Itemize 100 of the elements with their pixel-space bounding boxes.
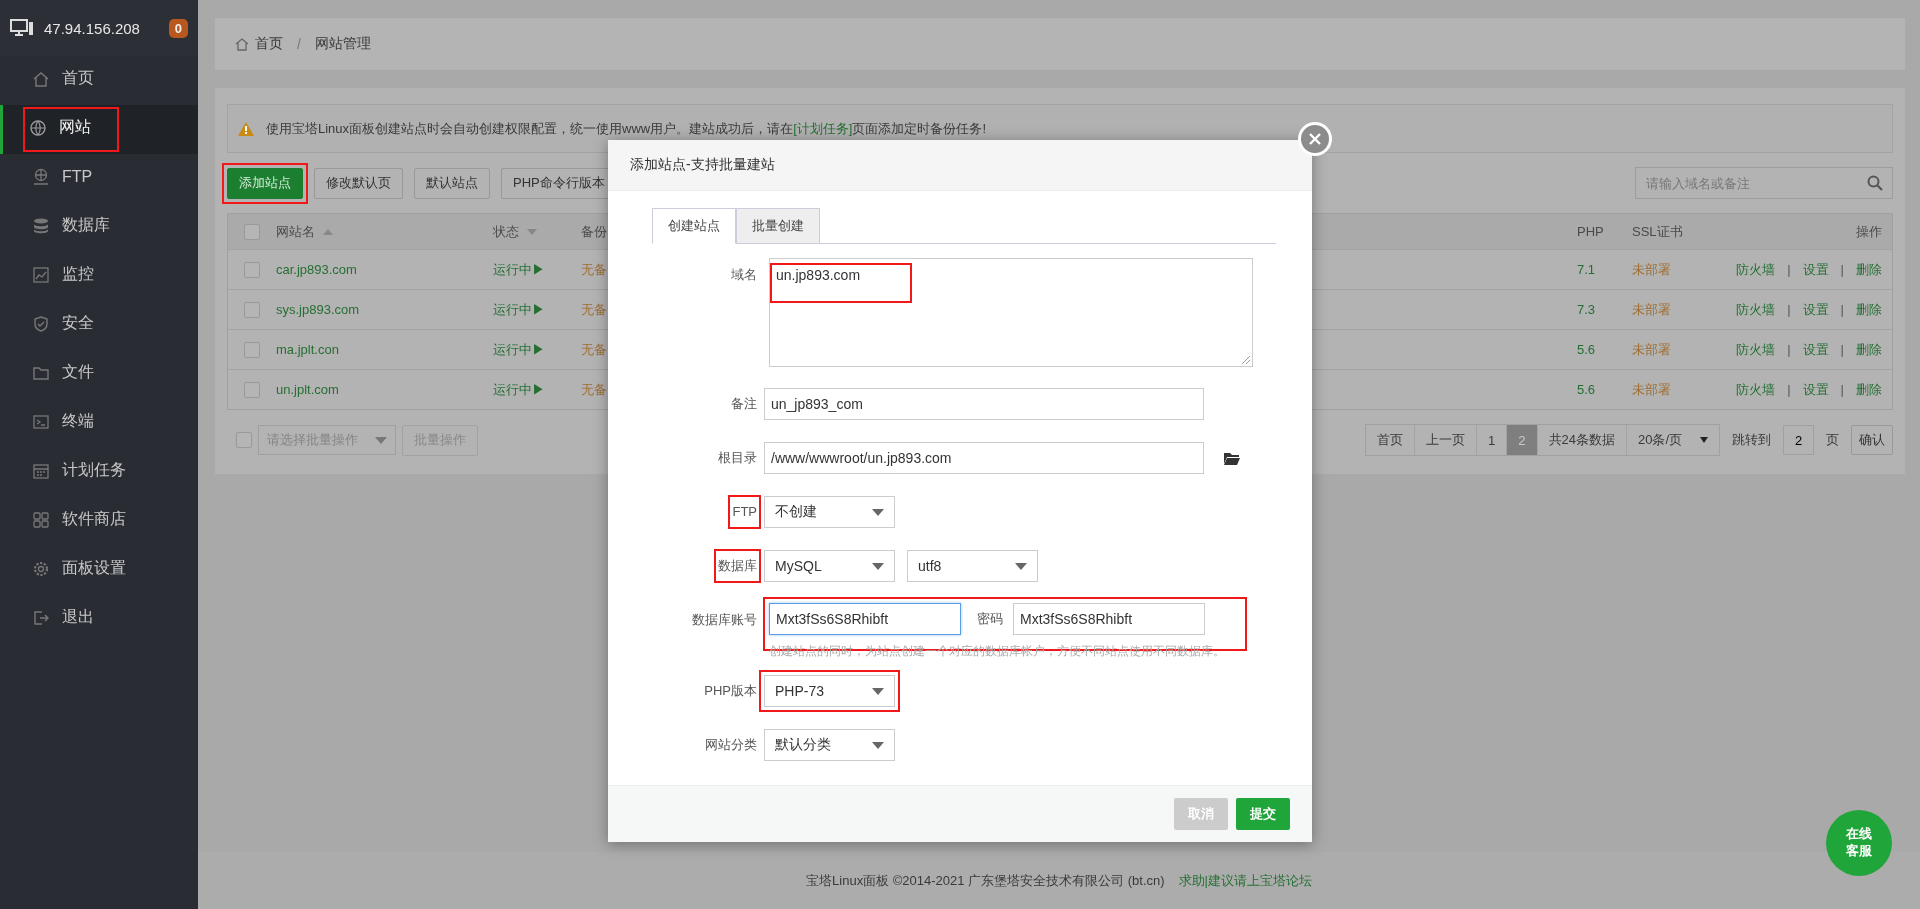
dropdown[interactable]: 不创建 — [764, 496, 895, 528]
chart-icon — [32, 265, 50, 284]
sidebar-item[interactable]: FTP — [0, 154, 198, 203]
schedule-link[interactable]: [计划任务] — [793, 120, 853, 136]
toolbar-button[interactable]: 修改默认页 — [314, 167, 403, 199]
sidebar-item[interactable]: 监控 — [0, 252, 198, 301]
checkbox[interactable] — [244, 261, 260, 278]
action-link[interactable]: 防火墙 — [1736, 340, 1776, 359]
tab[interactable]: 创建站点 — [652, 208, 736, 244]
sidebar-item[interactable]: 文件 — [0, 350, 198, 399]
action-link[interactable]: 设置 — [1802, 380, 1829, 399]
action-link[interactable]: 防火墙 — [1736, 260, 1776, 279]
password-field[interactable]: Mxt3fSs6S8Rhibft — [1013, 603, 1205, 635]
copyright-text: 宝塔Linux面板 ©2014-2021 广东堡塔安全技术有限公司 (bt.cn) — [806, 871, 1165, 890]
breadcrumb-link[interactable]: 网站管理 — [314, 35, 371, 53]
field-label: PHP版本 — [703, 682, 758, 700]
sidebar-item[interactable]: 面板设置 — [0, 546, 198, 595]
action-link[interactable]: 删除 — [1856, 260, 1882, 279]
site-link[interactable]: sys.jp893.com — [276, 302, 360, 317]
ssl-status[interactable]: 未部署 — [1632, 260, 1671, 279]
path-field[interactable]: /www/wwwroot/un.jp893.com — [764, 442, 1204, 474]
site-link[interactable]: car.jp893.com — [276, 262, 357, 277]
backup-link[interactable]: 无备 — [581, 260, 607, 279]
toolbar-button[interactable]: 默认站点 — [414, 167, 490, 199]
page-size-select[interactable]: 20条/页 — [1626, 425, 1719, 455]
column-header[interactable]: PHP — [1577, 224, 1604, 239]
dropdown[interactable]: utf8 — [907, 550, 1038, 582]
checkbox[interactable] — [244, 301, 260, 318]
column-header[interactable]: 备份 — [581, 222, 607, 241]
page-link[interactable]: 首页 — [1366, 425, 1415, 455]
column-header[interactable]: 网站名 — [276, 222, 315, 241]
caret-icon — [872, 687, 884, 695]
breadcrumb-separator: / — [297, 36, 301, 52]
php-version[interactable]: 5.6 — [1577, 382, 1596, 397]
note-field[interactable]: un_jp893_com — [764, 388, 1204, 420]
backup-link[interactable]: 无备 — [581, 300, 607, 319]
backup-link[interactable]: 无备 — [581, 380, 607, 399]
column-header[interactable]: 状态 — [493, 222, 519, 241]
breadcrumb-link[interactable]: 首页 — [255, 35, 283, 53]
status-toggle[interactable]: 运行中▶ — [493, 340, 545, 359]
checkbox[interactable] — [244, 341, 260, 358]
ssl-status[interactable]: 未部署 — [1632, 380, 1671, 399]
action-link[interactable]: 防火墙 — [1736, 380, 1776, 399]
sidebar-item[interactable]: 终端 — [0, 399, 198, 448]
site-link[interactable]: un.jplt.com — [276, 382, 339, 397]
sidebar-item[interactable]: 安全 — [0, 301, 198, 350]
dropdown[interactable]: 默认分类 — [764, 729, 895, 761]
caret-icon — [375, 436, 387, 444]
notification-badge[interactable]: 0 — [168, 18, 188, 38]
php-version[interactable]: 7.1 — [1577, 262, 1596, 277]
checkbox[interactable] — [244, 223, 260, 240]
status-toggle[interactable]: 运行中▶ — [493, 260, 545, 279]
grid-icon — [32, 510, 50, 529]
caret-icon — [872, 741, 884, 749]
caret-icon — [872, 562, 884, 570]
site-link[interactable]: ma.jplt.con — [276, 342, 339, 357]
caret-icon — [1700, 437, 1708, 443]
action-link[interactable]: 设置 — [1802, 260, 1829, 279]
page-link[interactable]: 2 — [1506, 425, 1537, 455]
column-header[interactable]: SSL证书 — [1632, 222, 1683, 241]
forum-link[interactable]: 求助|建议请上宝塔论坛 — [1178, 871, 1312, 890]
sidebar-item[interactable]: 退出 — [0, 595, 198, 644]
action-link[interactable]: 删除 — [1856, 380, 1882, 399]
sidebar-item[interactable]: 网站 — [0, 105, 198, 154]
terminal-icon — [32, 412, 50, 431]
php-version[interactable]: 5.6 — [1577, 342, 1596, 357]
action-link[interactable]: 设置 — [1802, 340, 1829, 359]
backup-link[interactable]: 无备 — [581, 340, 607, 359]
host-address: 47.94.156.208 — [44, 19, 141, 37]
home-icon — [235, 37, 249, 51]
page-link[interactable]: 上一页 — [1414, 425, 1477, 455]
confirm-button[interactable]: 确认 — [1851, 425, 1893, 455]
action-link[interactable]: 删除 — [1856, 340, 1882, 359]
dropdown[interactable]: MySQL — [764, 550, 895, 582]
column-header[interactable]: 操作 — [1856, 222, 1882, 241]
checkbox[interactable] — [236, 432, 252, 448]
sidebar-item[interactable]: 数据库 — [0, 203, 198, 252]
ssl-status[interactable]: 未部署 — [1632, 340, 1671, 359]
sidebar-item[interactable]: 软件商店 — [0, 497, 198, 546]
dropdown[interactable]: PHP-73 — [764, 675, 895, 707]
account-field[interactable]: Mxt3fSs6S8Rhibft — [769, 603, 961, 635]
action-separator: | — [1840, 382, 1844, 397]
sidebar-item[interactable]: 计划任务 — [0, 448, 198, 497]
chat-button[interactable]: 在线客服 — [1826, 810, 1892, 876]
status-toggle[interactable]: 运行中▶ — [493, 300, 545, 319]
action-separator: | — [1840, 342, 1844, 357]
domain-field[interactable]: un.jp893.com — [769, 258, 1253, 367]
action-link[interactable]: 设置 — [1802, 300, 1829, 319]
settings-icon — [32, 559, 50, 578]
ssl-status[interactable]: 未部署 — [1632, 300, 1671, 319]
status-toggle[interactable]: 运行中▶ — [493, 380, 545, 399]
toolbar-button[interactable]: 添加站点 — [227, 167, 303, 199]
page-input[interactable]: 2 — [1783, 425, 1814, 455]
sidebar-item[interactable]: 首页 — [0, 56, 198, 105]
action-link[interactable]: 防火墙 — [1736, 300, 1776, 319]
tab[interactable]: 批量创建 — [736, 208, 820, 244]
php-version[interactable]: 7.3 — [1577, 302, 1596, 317]
submit-button[interactable]: 提交 — [1236, 798, 1290, 830]
checkbox[interactable] — [244, 381, 260, 398]
action-link[interactable]: 删除 — [1856, 300, 1882, 319]
